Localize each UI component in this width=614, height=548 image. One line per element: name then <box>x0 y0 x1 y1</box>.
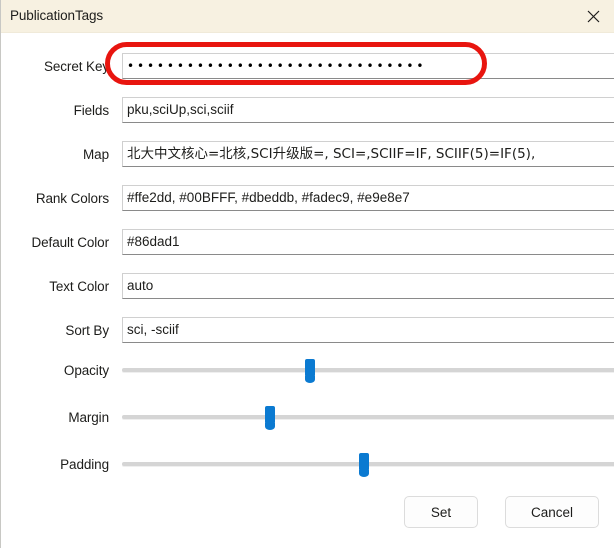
window-title: PublicationTags <box>10 8 104 23</box>
slider-thumb-margin[interactable] <box>265 406 276 430</box>
label-padding: Padding <box>60 456 109 472</box>
row-padding: Padding <box>1 449 614 479</box>
row-secret-key: Secret Key •••••••••••••••••••••••••••••… <box>1 51 614 81</box>
row-opacity: Opacity <box>1 355 614 385</box>
label-fields: Fields <box>73 102 110 118</box>
label-default-color: Default Color <box>31 234 110 250</box>
slider-margin[interactable] <box>122 404 614 430</box>
text-color-input[interactable]: auto <box>122 273 614 299</box>
field-wrap-fields: pku,sciUp,sci,sciif <box>122 97 614 123</box>
titlebar: PublicationTags <box>1 0 614 33</box>
field-wrap-rank-colors: #ffe2dd, #00BFFF, #dbeddb, #fadec9, #e9e… <box>122 185 614 211</box>
secret-key-field[interactable]: •••••••••••••••••••••••••••••• <box>122 53 614 79</box>
field-wrap-default-color: #86dad1 <box>122 229 614 255</box>
publication-tags-dialog: PublicationTags Secret Key •••••••••••••… <box>0 0 614 548</box>
row-fields: Fields pku,sciUp,sci,sciif <box>1 95 614 125</box>
row-default-color: Default Color #86dad1 <box>1 227 614 257</box>
label-map: Map <box>83 146 109 162</box>
rank-colors-input[interactable]: #ffe2dd, #00BFFF, #dbeddb, #fadec9, #e9e… <box>122 185 614 211</box>
slider-track-opacity[interactable] <box>122 368 614 372</box>
field-wrap-map: 北大中文核心=北核,SCI升级版=, SCI=,SCIIF=IF, SCIIF(… <box>122 141 614 167</box>
default-color-input[interactable]: #86dad1 <box>122 229 614 255</box>
slider-thumb-opacity[interactable] <box>304 359 315 383</box>
slider-thumb-padding[interactable] <box>359 453 370 477</box>
label-margin: Margin <box>68 409 109 425</box>
dialog-footer: Set Cancel <box>1 486 614 548</box>
field-wrap-secret-key: •••••••••••••••••••••••••••••• <box>122 53 614 79</box>
close-icon[interactable] <box>571 0 614 33</box>
label-opacity: Opacity <box>63 362 109 378</box>
label-secret-key: Secret Key <box>43 58 109 74</box>
label-sort-by: Sort By <box>65 322 109 338</box>
field-wrap-text-color: auto <box>122 273 614 299</box>
field-wrap-sort-by: sci, -sciif <box>122 317 614 343</box>
label-text-color: Text Color <box>49 278 109 294</box>
row-text-color: Text Color auto <box>1 271 614 301</box>
map-input[interactable]: 北大中文核心=北核,SCI升级版=, SCI=,SCIIF=IF, SCIIF(… <box>122 141 614 167</box>
cancel-button[interactable]: Cancel <box>505 496 599 528</box>
fields-input[interactable]: pku,sciUp,sci,sciif <box>122 97 614 123</box>
row-sort-by: Sort By sci, -sciif <box>1 315 614 345</box>
sort-by-input[interactable]: sci, -sciif <box>122 317 614 343</box>
slider-padding[interactable] <box>122 451 614 477</box>
row-map: Map 北大中文核心=北核,SCI升级版=, SCI=,SCIIF=IF, SC… <box>1 139 614 169</box>
slider-track-margin[interactable] <box>122 415 614 419</box>
settings-form: Secret Key •••••••••••••••••••••••••••••… <box>1 33 614 548</box>
set-button[interactable]: Set <box>404 496 478 528</box>
label-rank-colors: Rank Colors <box>35 190 109 206</box>
row-margin: Margin <box>1 402 614 432</box>
row-rank-colors: Rank Colors #ffe2dd, #00BFFF, #dbeddb, #… <box>1 183 614 213</box>
slider-opacity[interactable] <box>122 357 614 383</box>
